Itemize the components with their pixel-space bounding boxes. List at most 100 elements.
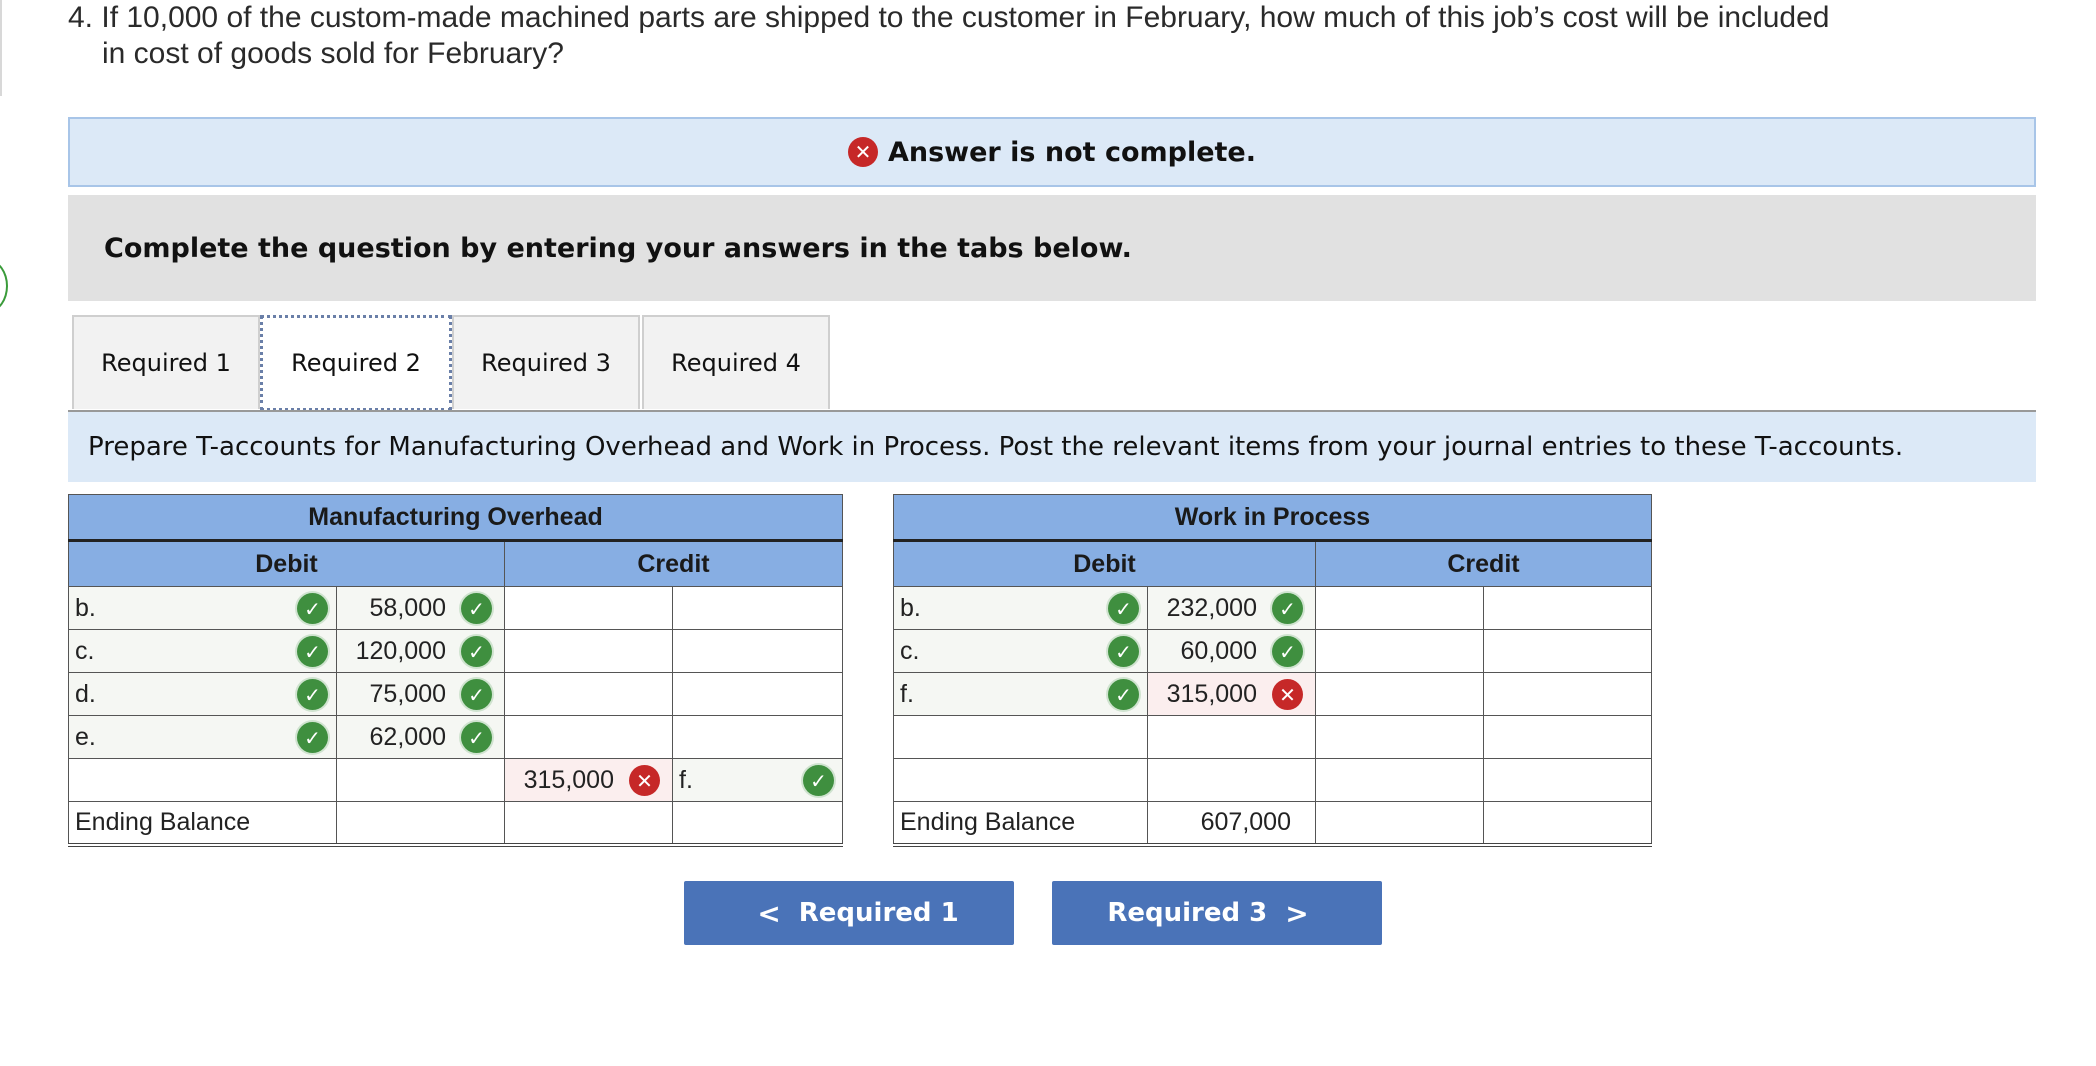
ending-debit-field[interactable]: 607,000 (1147, 801, 1316, 847)
tab-required-4[interactable]: Required 4 (642, 315, 830, 409)
ending-credit-field[interactable] (504, 801, 673, 847)
debit-amount-field[interactable]: 60,000 ✓ (1147, 629, 1316, 673)
check-icon: ✓ (461, 636, 492, 667)
credit-label-field[interactable] (1483, 629, 1652, 673)
x-circle-icon: ✕ (629, 765, 660, 796)
account-title: Manufacturing Overhead (68, 494, 843, 542)
credit-amount-field[interactable] (504, 715, 673, 759)
debit-amount-field[interactable]: 75,000 ✓ (336, 672, 505, 716)
debit-label: b. (75, 593, 96, 622)
debit-amount-field[interactable]: 120,000 ✓ (336, 629, 505, 673)
check-icon: ✓ (1272, 636, 1303, 667)
question-line-1: 4. If 10,000 of the custom-made machined… (68, 1, 1830, 34)
tab-label: Required 3 (481, 349, 611, 377)
check-icon: ✓ (1108, 593, 1139, 624)
credit-amount-field[interactable] (1315, 586, 1484, 630)
credit-label-field[interactable] (672, 672, 843, 716)
debit-label-field[interactable]: c. ✓ (68, 629, 337, 673)
credit-label-field[interactable] (672, 629, 843, 673)
tab-label: Required 1 (101, 349, 231, 377)
question-line-2: in cost of goods sold for February? (102, 37, 564, 70)
debit-label: b. (900, 593, 921, 622)
debit-label-field[interactable]: b. ✓ (68, 586, 337, 630)
check-icon: ✓ (461, 593, 492, 624)
debit-label-field[interactable] (893, 758, 1148, 802)
credit-label-field[interactable]: f. ✓ (672, 758, 843, 802)
debit-label-field[interactable]: d. ✓ (68, 672, 337, 716)
check-icon: ✓ (1108, 636, 1139, 667)
next-required-3-button[interactable]: Required 3 > (1052, 881, 1382, 945)
credit-label-field[interactable] (1483, 758, 1652, 802)
ending-credit-field[interactable] (1315, 801, 1484, 847)
debit-amount-field[interactable] (336, 758, 505, 802)
tab-label: Required 2 (291, 349, 421, 377)
check-icon: ✓ (461, 679, 492, 710)
debit-label-field[interactable] (68, 758, 337, 802)
debit-amount: 58,000 (369, 593, 446, 622)
ending-balance-label: Ending Balance (68, 801, 337, 847)
check-icon: ✓ (1272, 593, 1303, 624)
ending-debit-field[interactable] (336, 801, 505, 847)
t-account-work-in-process: Work in Process Debit Credit b. ✓ 232,000… (893, 494, 1652, 847)
check-icon: ✓ (297, 722, 328, 753)
debit-label: e. (75, 722, 96, 751)
credit-label-field[interactable] (1483, 715, 1652, 759)
debit-label-field[interactable]: e. ✓ (68, 715, 337, 759)
debit-amount: 232,000 (1166, 593, 1257, 622)
debit-amount-field[interactable]: 315,000 ✕ (1147, 672, 1316, 716)
credit-amount-field[interactable]: 315,000 ✕ (504, 758, 673, 802)
left-edge-divider (0, 0, 2, 96)
tab-required-2[interactable]: Required 2 (260, 315, 452, 411)
credit-header: Credit (504, 540, 843, 587)
debit-amount-field[interactable]: 232,000 ✓ (1147, 586, 1316, 630)
credit-amount-field[interactable] (1315, 629, 1484, 673)
credit-amount-field[interactable] (1315, 758, 1484, 802)
debit-amount: 120,000 (355, 636, 446, 665)
debit-amount-field[interactable] (1147, 715, 1316, 759)
ending-credit-label-field (1483, 801, 1652, 847)
credit-label-field[interactable] (1483, 586, 1652, 630)
status-banner: ✕ Answer is not complete. (68, 117, 2036, 187)
left-edge-indicator (0, 260, 8, 312)
check-icon: ✓ (1108, 679, 1139, 710)
credit-amount-field[interactable] (504, 672, 673, 716)
debit-label: c. (75, 636, 95, 665)
debit-amount-field[interactable]: 58,000 ✓ (336, 586, 505, 630)
x-circle-icon: ✕ (1272, 679, 1303, 710)
x-circle-icon: ✕ (847, 137, 878, 167)
debit-amount-field[interactable]: 62,000 ✓ (336, 715, 505, 759)
debit-header: Debit (893, 540, 1316, 587)
ending-balance-label: Ending Balance (893, 801, 1148, 847)
t-account-manufacturing-overhead: Manufacturing Overhead Debit Credit b. ✓ … (68, 494, 843, 847)
credit-label-field[interactable] (672, 715, 843, 759)
debit-amount: 75,000 (369, 679, 446, 708)
next-button-label: Required 3 (1107, 898, 1268, 928)
credit-label-field[interactable] (1483, 672, 1652, 716)
credit-label-field[interactable] (672, 586, 843, 630)
debit-label: f. (900, 679, 914, 708)
check-icon: ✓ (461, 722, 492, 753)
ending-credit-label-field (672, 801, 843, 847)
tab-required-3[interactable]: Required 3 (452, 315, 640, 409)
debit-label: d. (75, 679, 96, 708)
credit-amount-field[interactable] (504, 629, 673, 673)
credit-amount-field[interactable] (1315, 672, 1484, 716)
debit-label-field[interactable]: c. ✓ (893, 629, 1148, 673)
credit-amount-field[interactable] (504, 586, 673, 630)
debit-label: c. (900, 636, 920, 665)
check-icon: ✓ (297, 636, 328, 667)
credit-amount-field[interactable] (1315, 715, 1484, 759)
prev-required-1-button[interactable]: < Required 1 (684, 881, 1014, 945)
status-text: Answer is not complete. (887, 136, 1257, 168)
instruction-box: Complete the question by entering your a… (68, 195, 2036, 301)
tab-required-1[interactable]: Required 1 (72, 315, 260, 409)
debit-label-field[interactable]: b. ✓ (893, 586, 1148, 630)
debit-amount-field[interactable] (1147, 758, 1316, 802)
credit-amount: 315,000 (523, 765, 614, 794)
debit-label-field[interactable]: f. ✓ (893, 672, 1148, 716)
chevron-right-icon: > (1285, 896, 1309, 930)
debit-amount: 62,000 (369, 722, 446, 751)
check-icon: ✓ (803, 765, 834, 796)
check-icon: ✓ (297, 593, 328, 624)
debit-label-field[interactable] (893, 715, 1148, 759)
